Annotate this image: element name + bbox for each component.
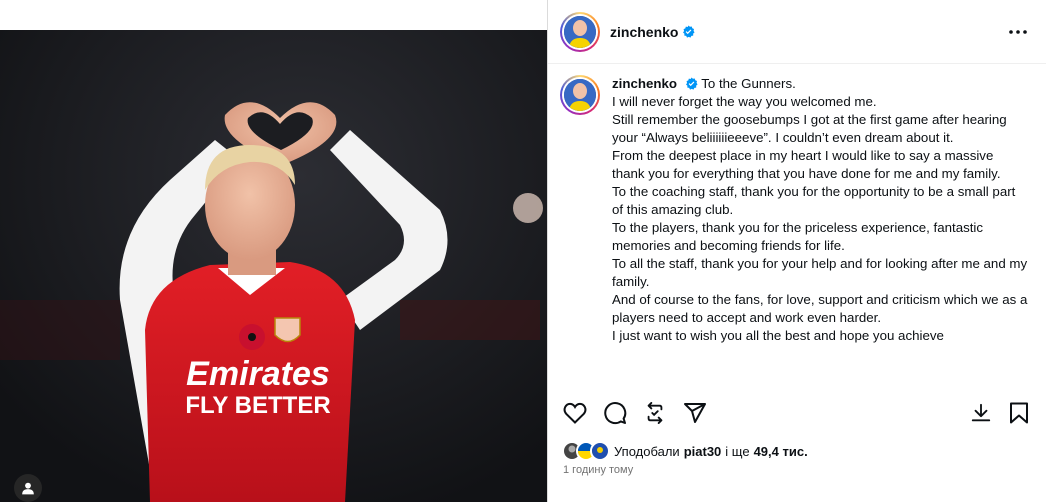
- send-icon: [684, 403, 706, 423]
- repost-button[interactable]: [642, 400, 668, 426]
- user-tag-icon: [22, 482, 34, 495]
- caption-author-avatar[interactable]: [560, 75, 600, 115]
- author-avatar[interactable]: [560, 11, 600, 52]
- sponsor-text-line1: Emirates: [186, 355, 330, 393]
- verified-badge-icon: [685, 77, 698, 90]
- share-button[interactable]: [682, 400, 708, 426]
- download-button[interactable]: [968, 400, 994, 426]
- likes-prefix: Уподобали: [614, 443, 680, 459]
- caption-line: To the players, thank you for the pricel…: [612, 220, 984, 253]
- liker-avatar: [590, 441, 610, 461]
- caption-line: To the coaching staff, thank you for the…: [612, 184, 1016, 217]
- caption-line: To the Gunners.: [701, 76, 796, 91]
- caption-username[interactable]: zinchenko: [612, 76, 677, 91]
- heart-icon: [563, 402, 587, 424]
- caption-text: zinchenko To the Gunners. I will never f…: [612, 75, 1028, 385]
- caption-line: I will never forget the way you welcomed…: [612, 94, 877, 109]
- caption-line: I just want to wish you all the best and…: [612, 328, 944, 343]
- verified-badge-icon: [683, 25, 696, 38]
- post-details-panel: zinchenko zinchenko To the Gunners. I wi…: [548, 0, 1046, 502]
- caption-line: Still remember the goosebumps I got at t…: [612, 112, 1007, 145]
- sponsor-text-line2: FLY BETTER: [185, 392, 330, 419]
- more-options-button[interactable]: [1008, 22, 1028, 42]
- likes-summary[interactable]: Уподобали piat30 і ще 49,4 тис.: [562, 440, 808, 462]
- likes-count[interactable]: 49,4 тис.: [754, 444, 808, 459]
- save-button[interactable]: [1006, 400, 1032, 426]
- post-header: zinchenko: [548, 0, 1046, 64]
- comment-button[interactable]: [602, 400, 628, 426]
- post-photo[interactable]: Emirates FLY BETTER: [0, 0, 547, 502]
- player-photo-image: Emirates FLY BETTER: [0, 0, 547, 502]
- comment-icon: [604, 402, 627, 425]
- caption-line: To all the staff, thank you for your hel…: [612, 256, 1028, 289]
- repost-icon: [647, 402, 663, 424]
- liker-username[interactable]: piat30: [684, 444, 722, 459]
- post-timestamp[interactable]: 1 годину тому: [563, 464, 633, 476]
- user-tag-button[interactable]: [14, 474, 42, 502]
- like-button[interactable]: [562, 400, 588, 426]
- caption-section: zinchenko To the Gunners. I will never f…: [548, 65, 1046, 385]
- more-options-icon: [1009, 30, 1027, 34]
- caption-line: And of course to the fans, for love, sup…: [612, 292, 1028, 325]
- download-icon: [971, 403, 991, 422]
- likes-conjunction: і ще: [725, 443, 750, 459]
- caption-line: From the deepest place in my heart I wou…: [612, 148, 1001, 181]
- bookmark-icon: [1010, 402, 1028, 424]
- action-bar: [548, 386, 1046, 438]
- author-username[interactable]: zinchenko: [610, 24, 678, 40]
